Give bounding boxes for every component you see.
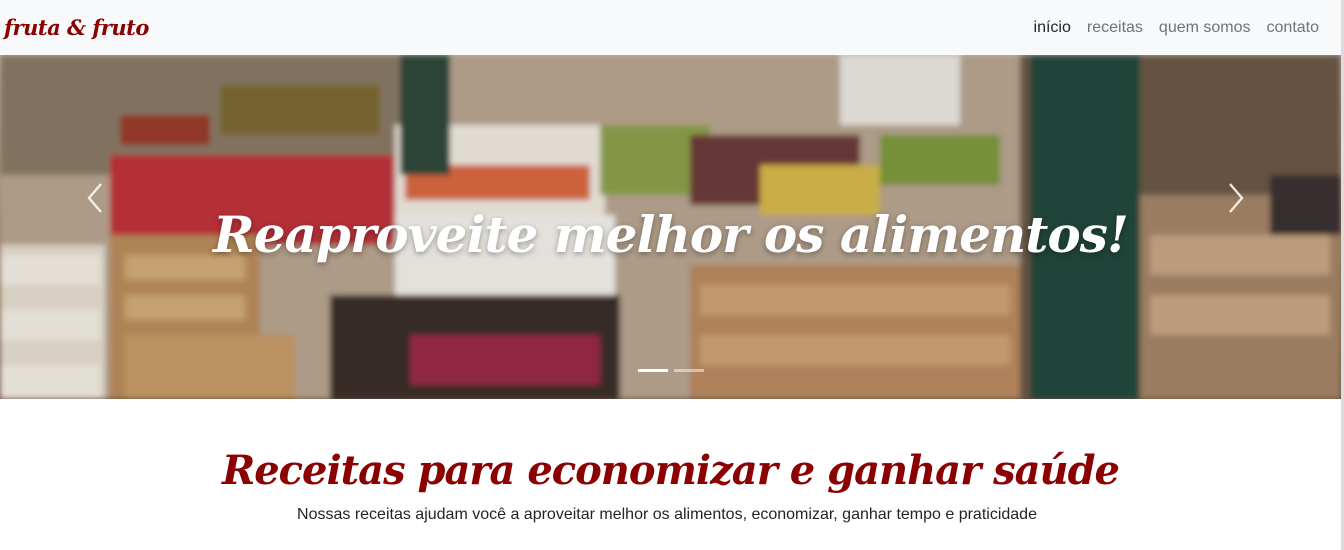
nav-links: início receitas quem somos contato [1026, 0, 1327, 55]
nav-link-receitas[interactable]: receitas [1079, 0, 1151, 55]
chevron-left-icon [85, 182, 105, 219]
nav-link-contato[interactable]: contato [1259, 0, 1327, 55]
carousel-next-button[interactable] [1206, 175, 1266, 225]
section-subtitle: Nossas receitas ajudam você a aproveitar… [297, 506, 1037, 523]
section-title: Receitas para economizar e ganhar saúde [221, 447, 1120, 494]
brand-logo[interactable]: fruta & fruto [4, 15, 149, 40]
hero-carousel: Reaproveite melhor os alimentos! [0, 55, 1341, 399]
chevron-right-icon [1226, 182, 1246, 219]
nav-link-quem-somos[interactable]: quem somos [1151, 0, 1259, 55]
carousel-caption: Reaproveite melhor os alimentos! [213, 205, 1129, 264]
carousel-indicator-1[interactable] [637, 369, 668, 372]
carousel-prev-button[interactable] [65, 175, 125, 225]
navbar: fruta & fruto início receitas quem somos… [0, 0, 1341, 55]
carousel-indicator-2[interactable] [673, 369, 704, 372]
carousel-indicators [0, 369, 1341, 372]
nav-link-inicio[interactable]: início [1026, 0, 1079, 55]
